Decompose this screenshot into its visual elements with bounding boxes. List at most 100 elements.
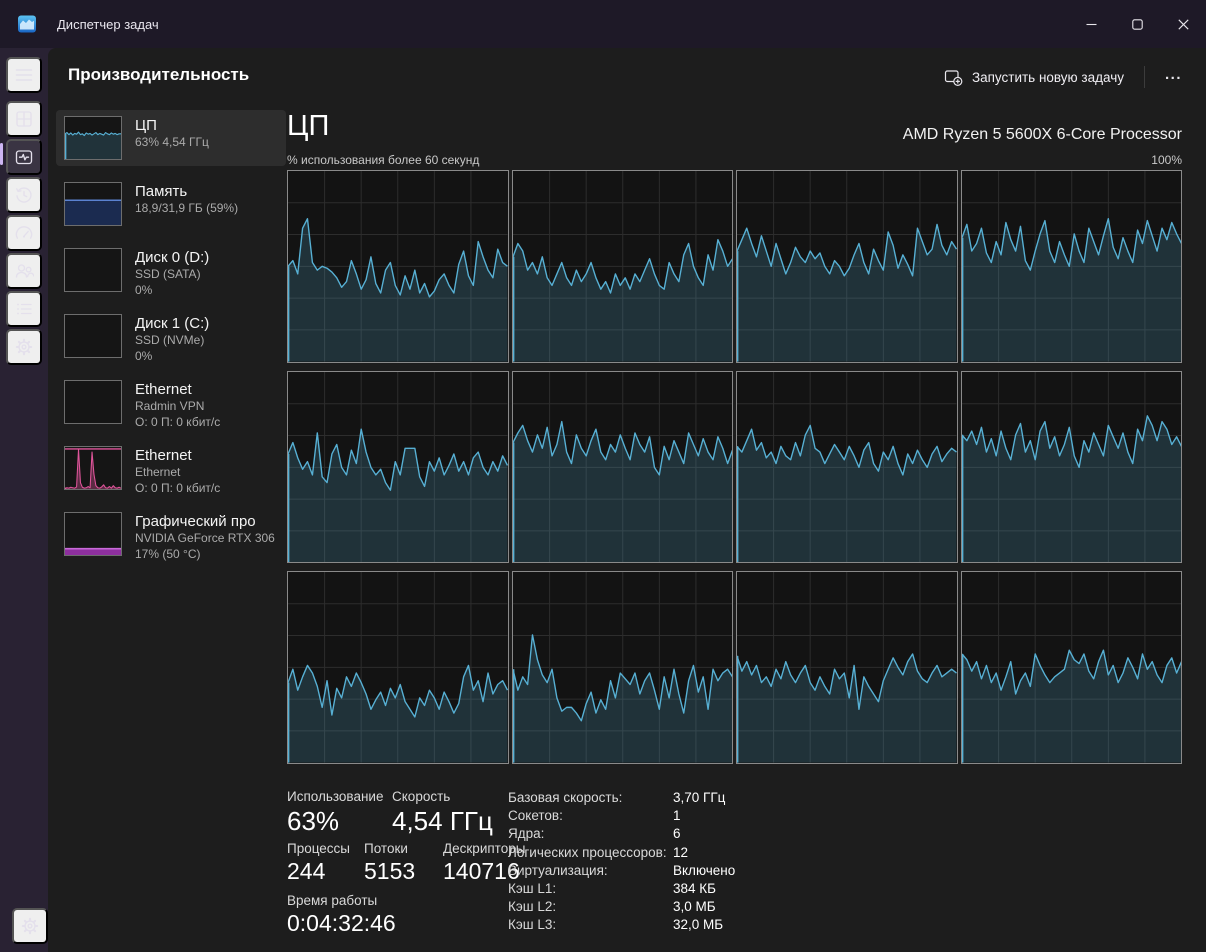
- hamburger-icon: [14, 65, 34, 85]
- usage-label: Использование: [287, 789, 383, 804]
- detail-value: Включено: [673, 863, 735, 878]
- device-detail: 0%: [135, 283, 209, 299]
- detail-value: 3,0 МБ: [673, 899, 716, 914]
- device-name: Диск 0 (D:): [135, 248, 209, 267]
- device-name: Диск 1 (C:): [135, 314, 209, 333]
- run-new-task-label: Запустить новую задачу: [972, 70, 1124, 85]
- cpu-processor-name: AMD Ryzen 5 5600X 6-Core Processor: [903, 126, 1182, 144]
- detail-label: Ядра:: [508, 826, 673, 841]
- detail-row: Логических процессоров:12: [508, 845, 938, 863]
- device-detail: Radmin VPN: [135, 399, 220, 415]
- header-actions: Запустить новую задачу ...: [934, 60, 1192, 94]
- device-item-cpu[interactable]: ЦП63% 4,54 ГГц: [56, 110, 286, 166]
- device-detail: 0%: [135, 349, 209, 365]
- device-detail: 18,9/31,9 ГБ (59%): [135, 201, 238, 217]
- detail-value: 6: [673, 826, 681, 841]
- detail-value: 12: [673, 845, 688, 860]
- sidebar-item-details[interactable]: [6, 291, 42, 327]
- cpu-core-chart-3: [961, 170, 1183, 363]
- sidebar-item-processes[interactable]: [6, 101, 42, 137]
- detail-row: Ядра:6: [508, 826, 938, 844]
- device-item-ethernet[interactable]: EthernetEthernetО: 0 П: 0 кбит/с: [56, 440, 286, 496]
- detail-value: 3,70 ГГц: [673, 790, 725, 805]
- details-list-icon: [14, 299, 34, 319]
- gauge-icon: [14, 223, 34, 243]
- device-name: Ethernet: [135, 380, 220, 399]
- usage-value: 63%: [287, 806, 339, 837]
- threads-value: 5153: [364, 858, 415, 885]
- detail-label: Кэш L1:: [508, 881, 673, 896]
- disk0-mini-graph: [64, 248, 122, 292]
- device-item-ethernet-vpn[interactable]: EthernetRadmin VPNО: 0 П: 0 кбит/с: [56, 374, 286, 430]
- chart-caption: % использования более 60 секунд: [287, 153, 479, 167]
- detail-label: Сокетов:: [508, 808, 673, 823]
- device-name: ЦП: [135, 116, 209, 135]
- sidebar-item-startup-apps[interactable]: [6, 215, 42, 251]
- maximize-icon: [1132, 19, 1143, 30]
- chart-scale-max: 100%: [1151, 153, 1182, 167]
- uptime-value: 0:04:32:46: [287, 910, 396, 937]
- detail-label: Логических процессоров:: [508, 845, 673, 860]
- processes-value: 244: [287, 858, 325, 885]
- device-name: Графический про: [135, 512, 275, 531]
- performance-icon: [14, 147, 34, 167]
- device-detail: О: 0 П: 0 кбит/с: [135, 481, 220, 497]
- processes-icon: [14, 109, 34, 129]
- cpu-core-chart-7: [961, 371, 1183, 564]
- device-detail: 17% (50 °C): [135, 547, 275, 563]
- selected-accent: [0, 143, 3, 165]
- sidebar-item-app-history[interactable]: [6, 177, 42, 213]
- processes-label: Процессы: [287, 841, 350, 856]
- device-item-disk0[interactable]: Диск 0 (D:)SSD (SATA)0%: [56, 242, 286, 298]
- sidebar-item-users[interactable]: [6, 253, 42, 289]
- device-list: ЦП63% 4,54 ГГц Память18,9/31,9 ГБ (59%) …: [56, 110, 286, 572]
- cpu-core-chart-10: [736, 571, 958, 764]
- users-icon: [14, 261, 34, 281]
- device-item-memory[interactable]: Память18,9/31,9 ГБ (59%): [56, 176, 286, 232]
- services-gear-icon: [14, 337, 34, 357]
- detail-row: Кэш L2:3,0 МБ: [508, 899, 938, 917]
- ethernet-mini-graph: [64, 446, 122, 490]
- device-detail: SSD (NVMe): [135, 333, 209, 349]
- run-new-task-button[interactable]: Запустить новую задачу: [934, 62, 1134, 93]
- close-button[interactable]: [1160, 0, 1206, 48]
- device-detail: NVIDIA GeForce RTX 306: [135, 531, 275, 547]
- cpu-core-chart-11: [961, 571, 1183, 764]
- device-item-gpu[interactable]: Графический проNVIDIA GeForce RTX 30617%…: [56, 506, 286, 562]
- uptime-label: Время работы: [287, 893, 377, 908]
- memory-mini-graph: [64, 182, 122, 226]
- cpu-core-grid: [287, 170, 1182, 764]
- cpu-details: Базовая скорость:3,70 ГГц Сокетов:1 Ядра…: [508, 790, 938, 936]
- sidebar-item-performance[interactable]: [6, 139, 42, 175]
- device-item-disk1[interactable]: Диск 1 (C:)SSD (NVMe)0%: [56, 308, 286, 364]
- cpu-core-chart-5: [512, 371, 734, 564]
- detail-value: 1: [673, 808, 681, 823]
- menu-toggle-button[interactable]: [6, 57, 42, 93]
- detail-label: Базовая скорость:: [508, 790, 673, 805]
- minimize-button[interactable]: [1068, 0, 1114, 48]
- history-clock-icon: [14, 185, 34, 205]
- cpu-core-chart-2: [736, 170, 958, 363]
- device-name: Ethernet: [135, 446, 220, 465]
- cpu-core-chart-0: [287, 170, 509, 363]
- window-controls: [1068, 0, 1206, 48]
- cpu-section-title: ЦП: [287, 110, 329, 143]
- detail-row: Сокетов:1: [508, 808, 938, 826]
- titlebar: Диспетчер задач: [0, 0, 1206, 48]
- detail-row: Кэш L3:32,0 МБ: [508, 917, 938, 935]
- new-task-icon: [944, 68, 963, 87]
- detail-value: 384 КБ: [673, 881, 716, 896]
- device-detail: О: 0 П: 0 кбит/с: [135, 415, 220, 431]
- ethernet-vpn-mini-graph: [64, 380, 122, 424]
- settings-gear-icon: [20, 916, 40, 936]
- gpu-mini-graph: [64, 512, 122, 556]
- more-options-button[interactable]: ...: [1155, 62, 1192, 93]
- page-title: Производительность: [68, 65, 249, 85]
- cpu-mini-graph: [64, 116, 122, 160]
- detail-label: Кэш L2:: [508, 899, 673, 914]
- settings-button[interactable]: [12, 908, 48, 944]
- sidebar-item-services[interactable]: [6, 329, 42, 365]
- nav-rail: [0, 48, 48, 952]
- maximize-button[interactable]: [1114, 0, 1160, 48]
- minimize-icon: [1086, 19, 1097, 30]
